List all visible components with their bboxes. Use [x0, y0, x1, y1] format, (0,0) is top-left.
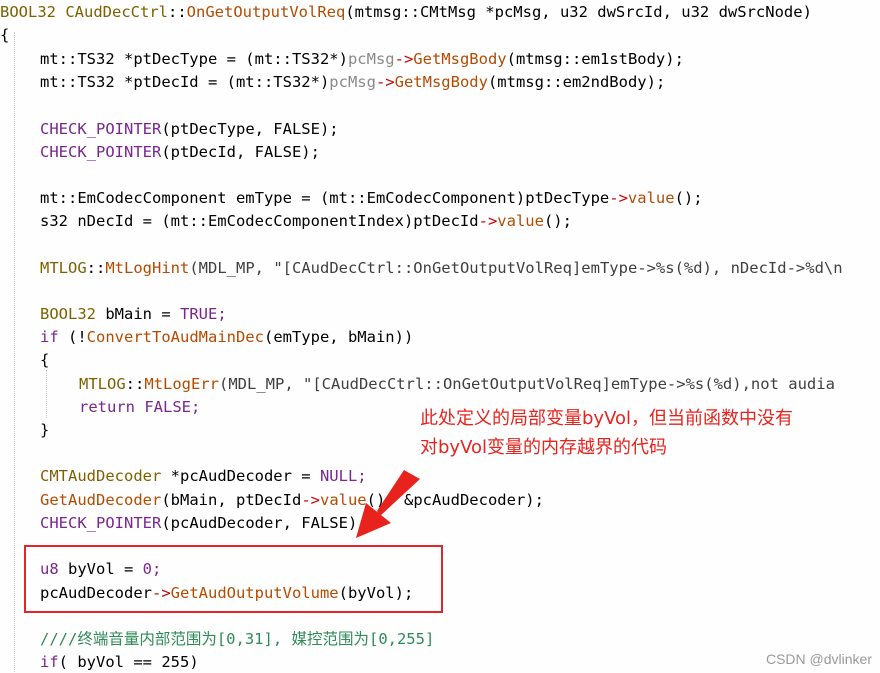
- token-args: (), &pcAudDecoder);: [366, 491, 544, 509]
- token-scope: ::: [168, 3, 187, 21]
- code-line-23: CHECK_POINTER(pcAudDecoder, FALSE);: [40, 512, 367, 535]
- code-line-9: mt::EmCodecComponent emType = (mt::EmCod…: [40, 187, 703, 210]
- indent-guide: [46, 370, 47, 418]
- annotation-line-2: 对byVol变量的内存越界的代码: [420, 437, 668, 458]
- token-args: FALSE;: [135, 398, 201, 416]
- code-line-3: mt::TS32 *ptDecType = (mt::TS32*)pcMsg->…: [40, 48, 684, 71]
- code-line-12: MTLOG::MtLogHint(MDL_MP, "[CAudDecCtrl::…: [40, 257, 843, 280]
- token-function: MtLogHint: [105, 259, 190, 277]
- token-decl: mt::TS32 *ptDecType = (mt::TS32*): [40, 50, 348, 68]
- code-line-14: BOOL32 bMain = TRUE;: [40, 303, 227, 326]
- token-args: (mtmsg::em2ndBody);: [487, 73, 666, 91]
- token-args: (MDL_MP, "[CAudDecCtrl::OnGetOutputVolRe…: [219, 375, 835, 393]
- token-args: (mtmsg::CMtMsg *pcMsg, u32 dwSrcId, u32 …: [345, 3, 812, 21]
- token-function: GetMsgBody: [394, 73, 488, 91]
- token-args: (mtmsg::em1stBody);: [506, 50, 684, 68]
- token-decl: (bMain, ptDecId: [161, 491, 302, 509]
- token-decl: mt::EmCodecComponent emType = (mt::EmCod…: [40, 189, 610, 207]
- token-args: (ptDecId, FALSE);: [161, 143, 320, 161]
- token-namespace: MTLOG: [40, 259, 87, 277]
- token-macro: CHECK_POINTER: [40, 143, 162, 161]
- token-arrow: ->: [478, 212, 498, 230]
- token-decl: bMain =: [96, 305, 180, 323]
- annotation-text: 此处定义的局部变量byVol，但当前函数中没有 对byVol变量的内存越界的代码: [420, 404, 793, 462]
- code-line-17: MTLOG::MtLogErr(MDL_MP, "[CAudDecCtrl::O…: [79, 373, 835, 396]
- token-function: value: [319, 491, 367, 509]
- watermark: CSDN @dvlinker: [765, 651, 872, 667]
- token-decl: *pcAudDecoder =: [161, 467, 320, 485]
- token-object: pcMsg: [347, 50, 395, 68]
- code-line-15: if (!ConvertToAudMainDec(emType, bMain)): [40, 326, 413, 349]
- token-arrow: ->: [609, 189, 628, 207]
- token-args: (pcAudDecoder, FALSE);: [161, 514, 367, 532]
- code-line-7: CHECK_POINTER(ptDecId, FALSE);: [40, 141, 320, 164]
- indent-guide: [14, 32, 15, 672]
- token-function: ConvertToAudMainDec: [86, 328, 264, 346]
- code-line-4: mt::TS32 *ptDecId = (mt::TS32*)pcMsg->Ge…: [40, 71, 665, 94]
- token-macro: CHECK_POINTER: [40, 514, 162, 532]
- annotation-line-1: 此处定义的局部变量byVol，但当前函数中没有: [420, 408, 794, 429]
- token-decl: (!: [58, 328, 87, 346]
- token-value: TRUE;: [180, 305, 227, 323]
- token-function: GetMsgBody: [413, 50, 507, 68]
- token-macro: CHECK_POINTER: [40, 120, 162, 138]
- code-line-1: BOOL32 CAudDecCtrl::OnGetOutputVolReq(mt…: [0, 1, 812, 24]
- token-keyword: if: [40, 328, 59, 346]
- token-function: MtLogErr: [144, 375, 219, 393]
- token-args: (MDL_MP, "[CAudDecCtrl::OnGetOutputVolRe…: [189, 259, 843, 277]
- token-args: (emType, bMain)): [263, 328, 414, 346]
- token-arrow: ->: [394, 50, 414, 68]
- token-value: NULL;: [319, 467, 367, 485]
- token-args: ( byVol == 255): [58, 653, 199, 671]
- code-line-18: return FALSE;: [79, 396, 200, 419]
- token-function: GetAudDecoder: [40, 491, 162, 509]
- token-object: pcMsg: [329, 73, 376, 91]
- token-arrow: ->: [301, 491, 320, 509]
- token-args: ();: [543, 212, 572, 230]
- token-scope: ::: [125, 375, 145, 393]
- token-args: ();: [674, 189, 703, 207]
- token-keyword: if: [40, 653, 59, 671]
- token-type: BOOL32: [40, 305, 96, 323]
- code-line-16: {: [40, 351, 50, 369]
- token-class: CAudDecCtrl: [65, 3, 168, 21]
- token-decl: s32 nDecId = (mt::EmCodecComponentIndex)…: [40, 212, 479, 230]
- code-line-29: if( byVol == 255): [40, 651, 199, 673]
- token-arrow: ->: [375, 73, 395, 91]
- token-decl: mt::TS32 *ptDecId = (mt::TS32*): [40, 73, 330, 91]
- token-args: (ptDecType, FALSE);: [161, 120, 339, 138]
- code-line-19: }: [40, 421, 50, 439]
- token-function: value: [627, 189, 675, 207]
- token-function: OnGetOutputVolReq: [186, 3, 346, 21]
- code-line-6: CHECK_POINTER(ptDecType, FALSE);: [40, 118, 339, 141]
- token-namespace: MTLOG: [79, 375, 126, 393]
- code-line-22: GetAudDecoder(bMain, ptDecId->value(), &…: [40, 489, 544, 512]
- token-keyword: return: [79, 398, 135, 416]
- token-function: value: [497, 212, 544, 230]
- token-scope: ::: [86, 259, 106, 277]
- code-line-21: CMTAudDecoder *pcAudDecoder = NULL;: [40, 465, 367, 488]
- code-line-10: s32 nDecId = (mt::EmCodecComponentIndex)…: [40, 210, 572, 233]
- code-line-28-comment: ////终端音量内部范围为[0,31], 媒控范围为[0,255]: [40, 630, 435, 648]
- code-line-2: {: [0, 26, 10, 44]
- token-type: BOOL32: [0, 3, 56, 21]
- highlight-box: [24, 545, 443, 613]
- token-type: CMTAudDecoder: [40, 467, 162, 485]
